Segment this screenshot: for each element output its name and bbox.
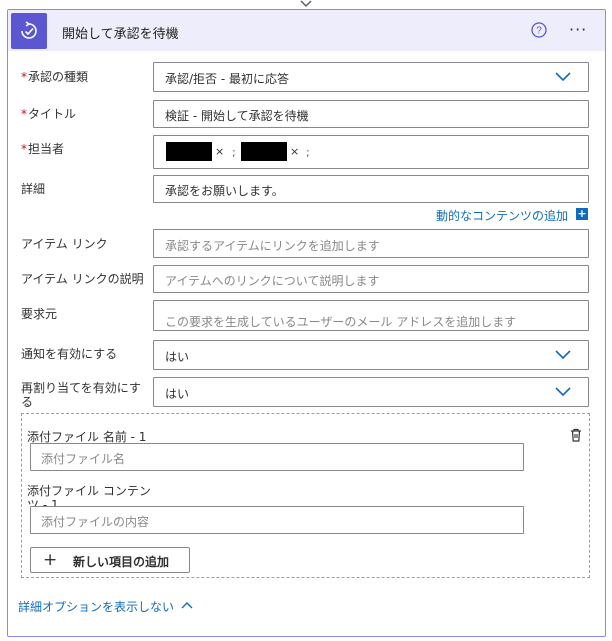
add-dynamic-content-link[interactable]: 動的なコンテンツの追加 <box>436 207 568 224</box>
chevron-up-icon[interactable] <box>181 601 193 609</box>
ellipsis-icon[interactable]: ··· <box>569 22 587 38</box>
item-link-label: アイテム リンク <box>21 235 108 252</box>
attachments-group: 添付ファイル 名前 - 1 添付ファイル名 添付ファイル コンテン ツ - 1 … <box>21 413 590 578</box>
redacted-block <box>166 142 212 161</box>
plus-square-icon[interactable]: + <box>576 208 588 220</box>
redacted-block <box>241 142 287 161</box>
hide-advanced-options-link[interactable]: 詳細オプションを表示しない <box>18 598 174 615</box>
title-label-text: タイトル <box>28 107 77 121</box>
approval-type-label-text: 承認の種類 <box>28 70 89 84</box>
close-icon[interactable]: × <box>215 145 224 158</box>
chevron-down-icon <box>555 350 571 360</box>
delete-icon[interactable] <box>568 427 584 443</box>
approval-type-dropdown[interactable]: 承認/拒否 - 最初に応答 <box>153 62 589 92</box>
assignee-token: × <box>241 142 303 161</box>
attachment-name-input[interactable]: 添付ファイル名 <box>30 443 524 471</box>
item-link-description-input[interactable]: アイテムへのリンクについて説明します <box>153 265 589 293</box>
details-label-text: 詳細 <box>21 182 46 196</box>
attachment-content-label-line1: 添付ファイル コンテン <box>27 484 151 498</box>
enable-reassignment-label: 再割り当てを有効にす る <box>21 381 141 409</box>
enable-reassignment-value: はい <box>165 387 190 401</box>
enable-notifications-dropdown[interactable]: はい <box>153 340 589 370</box>
requestor-label: 要求元 <box>21 305 57 322</box>
attachment-content-label: 添付ファイル コンテン ツ - 1 <box>27 484 151 506</box>
title-value: 検証 - 開始して承認を待機 <box>165 109 309 123</box>
card-header[interactable]: 開始して承認を待機 ? ··· <box>8 10 605 51</box>
enable-notifications-value: はい <box>165 350 190 364</box>
token-separator: ; <box>232 146 236 159</box>
item-link-description-label: アイテム リンクの説明 <box>21 270 144 287</box>
enable-reassignment-label-line1: 再割り当てを有効にす <box>21 381 141 395</box>
required-asterisk: * <box>21 142 27 156</box>
item-link-label-text: アイテム リンク <box>21 237 108 251</box>
item-link-input[interactable]: 承認するアイテムにリンクを追加します <box>153 229 589 258</box>
approval-type-value: 承認/拒否 - 最初に応答 <box>165 72 290 86</box>
required-asterisk: * <box>21 70 27 84</box>
assignee-input[interactable]: × ; × ; <box>153 135 589 169</box>
attachment-content-input[interactable]: 添付ファイルの内容 <box>30 506 524 534</box>
chevron-down-icon <box>555 72 571 82</box>
requestor-placeholder: この要求を生成しているユーザーのメール アドレスを追加します <box>165 315 517 329</box>
attachment-name-placeholder: 添付ファイル名 <box>41 452 126 466</box>
requestor-label-text: 要求元 <box>21 307 58 321</box>
plus-icon: + <box>43 550 58 570</box>
assignee-label: *担当者 <box>21 140 64 157</box>
chevron-down-icon <box>555 387 571 397</box>
enable-reassignment-dropdown[interactable]: はい <box>153 377 589 407</box>
requestor-input[interactable]: この要求を生成しているユーザーのメール アドレスを追加します <box>153 300 589 331</box>
action-card: 開始して承認を待機 ? ··· *承認の種類 承認/拒否 - 最初に応答 *タイ… <box>7 9 606 637</box>
enable-reassignment-label-line2: る <box>21 395 34 409</box>
add-new-item-button[interactable]: + 新しい項目の追加 <box>30 547 190 573</box>
enable-notifications-label-text: 通知を有効にする <box>21 347 118 361</box>
token-separator: ; <box>306 146 310 159</box>
add-new-item-label: 新しい項目の追加 <box>73 555 170 569</box>
assignee-label-text: 担当者 <box>28 142 65 156</box>
details-value: 承認をお願いします。 <box>165 184 284 198</box>
svg-text:?: ? <box>536 26 542 37</box>
close-icon[interactable]: × <box>290 145 299 158</box>
approval-check-icon <box>11 13 47 49</box>
details-input[interactable]: 承認をお願いします。 <box>153 175 589 203</box>
required-asterisk: * <box>21 107 27 121</box>
item-link-description-placeholder: アイテムへのリンクについて説明します <box>165 274 380 288</box>
flow-connector-arrow-icon <box>300 0 312 8</box>
details-label: 詳細 <box>21 180 45 197</box>
title-label: *タイトル <box>21 105 76 122</box>
card-title: 開始して承認を待機 <box>62 27 179 42</box>
assignee-token: × <box>166 142 228 161</box>
item-link-description-label-text: アイテム リンクの説明 <box>21 272 144 286</box>
question-circle-icon[interactable]: ? <box>531 22 547 38</box>
approval-type-label: *承認の種類 <box>21 68 88 85</box>
title-input[interactable]: 検証 - 開始して承認を待機 <box>153 100 589 128</box>
attachment-content-label-line2: ツ - 1 <box>27 498 59 506</box>
item-link-placeholder: 承認するアイテムにリンクを追加します <box>165 239 380 253</box>
enable-notifications-label: 通知を有効にする <box>21 345 117 362</box>
attachment-content-placeholder: 添付ファイルの内容 <box>41 515 150 529</box>
